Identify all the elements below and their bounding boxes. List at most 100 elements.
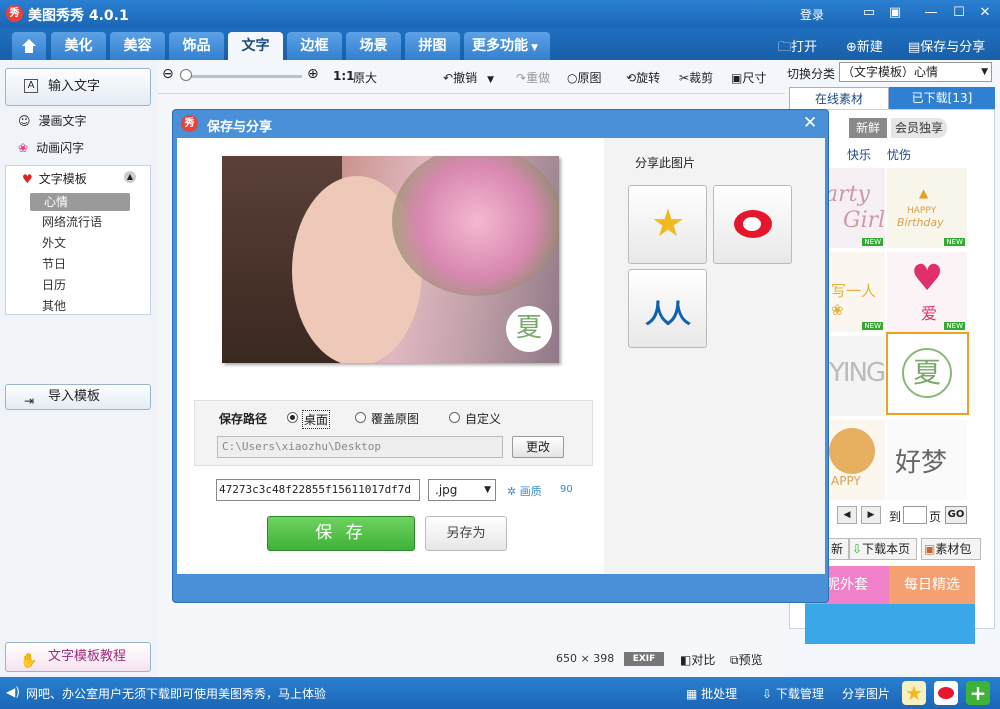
- close-icon[interactable]: ✕: [974, 4, 996, 22]
- radio-desktop-label[interactable]: 桌面: [302, 410, 331, 429]
- thumb-ying[interactable]: YING: [829, 336, 886, 416]
- flower-shape: [392, 156, 559, 296]
- thumb-xia-selected[interactable]: 夏: [886, 332, 969, 415]
- next-page-icon[interactable]: ▶: [861, 506, 881, 524]
- save-as-button[interactable]: 另存为: [425, 516, 507, 551]
- save-button[interactable]: 保 存: [267, 516, 415, 551]
- tab-collage[interactable]: 拼图: [405, 32, 460, 60]
- tree-item-foreign[interactable]: 外文: [42, 234, 66, 252]
- size-button[interactable]: ▣尺寸: [731, 69, 766, 86]
- download-page-button[interactable]: ⇩下载本页: [849, 538, 917, 560]
- zoom-slider[interactable]: [184, 75, 302, 78]
- tab-border[interactable]: 边框: [287, 32, 342, 60]
- tree-item-other[interactable]: 其他: [42, 297, 66, 315]
- share-renren-button[interactable]: 人人: [628, 269, 707, 348]
- save-path-input[interactable]: C:\Users\xiaozhu\Desktop: [217, 436, 503, 458]
- sub-sad[interactable]: 忧伤: [887, 146, 911, 163]
- collapse-icon[interactable]: ▲: [124, 171, 136, 183]
- open-button[interactable]: 🗀打开: [778, 36, 817, 60]
- animated-text-item[interactable]: ❀ 动画闪字: [18, 139, 84, 157]
- tab-home[interactable]: [12, 32, 46, 60]
- banner-promo[interactable]: [805, 604, 975, 644]
- dialog-body: 夏 保存路径 桌面 覆盖原图 自定义 C:\Users\xiaozhu\Desk…: [177, 138, 825, 574]
- speaker-icon: ◀): [6, 685, 20, 699]
- preview-button[interactable]: ⧉预览: [730, 651, 763, 668]
- original-image-button[interactable]: ○原图: [567, 69, 602, 86]
- title-bar: 秀 美图秀秀 4.0.1 登录 ▭ ▣ — ☐ ✕: [0, 0, 1000, 28]
- original-size-button[interactable]: 原大: [353, 69, 377, 86]
- dialog-close-icon[interactable]: ✕: [803, 113, 817, 133]
- tab-downloaded[interactable]: 已下载[13]: [889, 87, 995, 109]
- crop-button[interactable]: ✂裁剪: [679, 69, 713, 86]
- page-input[interactable]: [903, 506, 927, 524]
- feedback-icon[interactable]: ▭: [858, 4, 880, 22]
- thumb-heart-love[interactable]: ♥ 爱 NEW: [887, 252, 967, 332]
- weibo-share-icon[interactable]: [934, 681, 958, 705]
- save-share-button[interactable]: ▤保存与分享: [908, 36, 985, 55]
- skin-icon[interactable]: ▣: [884, 4, 906, 22]
- input-text-button[interactable]: A 输入文字: [5, 68, 151, 106]
- radio-overwrite-label[interactable]: 覆盖原图: [371, 410, 419, 427]
- zoom-out-icon[interactable]: ⊖: [162, 66, 174, 82]
- thumb-party-girl[interactable]: arty Girl NEW: [829, 168, 885, 248]
- tab-beauty[interactable]: 美容: [110, 32, 165, 60]
- thumb-yellow-text[interactable]: 写一人❀ NEW: [829, 252, 885, 332]
- exif-button[interactable]: EXIF: [624, 652, 664, 666]
- template-tutorial-button[interactable]: ✋ 文字模板教程: [5, 642, 151, 672]
- undo-button[interactable]: ↶撤销 ▼: [443, 69, 494, 86]
- material-pack-button[interactable]: ▣素材包: [921, 538, 981, 560]
- zoom-in-icon[interactable]: ⊕: [307, 66, 319, 82]
- tab-scene[interactable]: 场景: [346, 32, 401, 60]
- tab-online-material[interactable]: 在线素材: [789, 87, 889, 109]
- filename-input[interactable]: 47273c3c48f22855f15611017df7d: [216, 479, 420, 501]
- banner-daily-picks[interactable]: 每日精选: [889, 566, 975, 604]
- zoom-slider-handle[interactable]: [180, 69, 192, 81]
- import-template-button[interactable]: ⇥ 导入模板: [5, 384, 151, 410]
- tree-item-festival[interactable]: 节日: [42, 255, 66, 273]
- add-share-icon[interactable]: +: [966, 681, 990, 705]
- minimize-icon[interactable]: —: [920, 4, 942, 22]
- thumb-happy-birthday[interactable]: ▲ HAPPY Birthday NEW: [887, 168, 967, 248]
- template-tree: ♥ 文字模板 ▲ 心情 网络流行语 外文 节日 日历 其他: [5, 165, 151, 315]
- prev-page-icon[interactable]: ◀: [837, 506, 857, 524]
- rotate-button[interactable]: ⟲旋转: [626, 69, 660, 86]
- download-manager-button[interactable]: ⇩ 下载管理: [762, 685, 824, 702]
- compare-button[interactable]: ◧对比: [680, 651, 715, 668]
- open-label: 打开: [791, 40, 818, 55]
- tab-more[interactable]: 更多功能 ▼: [464, 32, 550, 60]
- filter-member[interactable]: 会员独享: [891, 118, 947, 138]
- share-weibo-button[interactable]: [713, 185, 792, 264]
- new-button[interactable]: ⊕新建: [846, 36, 883, 55]
- heart-icon: ♥: [911, 258, 944, 299]
- quality-setting[interactable]: ✲ 画质: [507, 483, 542, 499]
- thumb-lion-happy[interactable]: APPY: [829, 420, 885, 500]
- filter-new[interactable]: 新鲜: [849, 118, 887, 138]
- qzone-share-icon[interactable]: ★: [902, 681, 926, 705]
- tree-item-mood[interactable]: 心情: [30, 193, 130, 211]
- tree-item-calendar[interactable]: 日历: [42, 276, 66, 294]
- change-path-button[interactable]: 更改: [512, 436, 564, 458]
- save-share-dialog: 秀 保存与分享 ✕ 夏 保存路径 桌面 覆盖原图 自定义 C:\Users\xi…: [172, 109, 829, 603]
- share-qzone-button[interactable]: ★: [628, 185, 707, 264]
- go-button[interactable]: GO: [945, 506, 967, 524]
- tab-accessories[interactable]: 饰品: [169, 32, 224, 60]
- category-select[interactable]: （文字模板）心情 ▼: [839, 62, 992, 82]
- app-logo-icon: 秀: [6, 5, 23, 22]
- format-select[interactable]: .jpg ▼: [428, 479, 496, 501]
- status-tip[interactable]: 网吧、办公室用户无须下载即可使用美图秀秀，马上体验: [26, 685, 326, 702]
- maximize-icon[interactable]: ☐: [948, 4, 970, 22]
- thumb-haomeng[interactable]: 好梦: [887, 420, 967, 500]
- template-tree-header[interactable]: ♥ 文字模板: [22, 170, 87, 187]
- tree-item-slang[interactable]: 网络流行语: [42, 213, 102, 231]
- radio-overwrite[interactable]: [355, 412, 366, 423]
- tab-text[interactable]: 文字: [228, 32, 283, 60]
- sub-happy[interactable]: 快乐: [847, 146, 871, 163]
- comic-text-item[interactable]: ☺ 漫画文字: [18, 112, 87, 130]
- radio-custom[interactable]: [449, 412, 460, 423]
- login-link[interactable]: 登录: [800, 6, 824, 23]
- tab-beautify[interactable]: 美化: [51, 32, 106, 60]
- radio-desktop[interactable]: [287, 412, 298, 423]
- batch-button[interactable]: ▦ 批处理: [686, 685, 737, 702]
- redo-button[interactable]: ↷重做: [516, 69, 550, 86]
- radio-custom-label[interactable]: 自定义: [465, 410, 501, 427]
